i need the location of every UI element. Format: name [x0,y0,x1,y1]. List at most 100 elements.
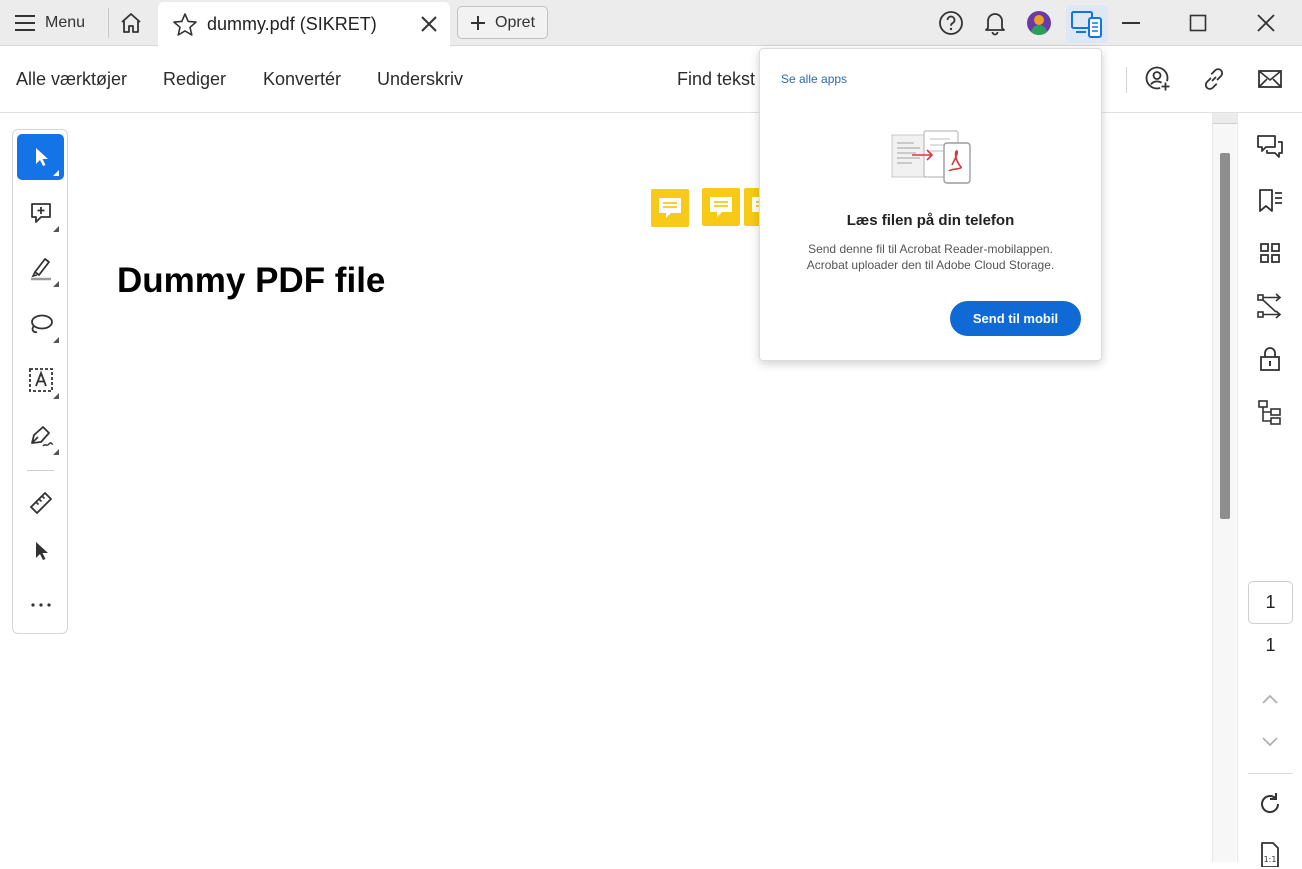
share-user-button[interactable] [1143,64,1173,94]
submenu-indicator [53,170,59,176]
divider [27,470,54,471]
help-button[interactable] [936,8,966,38]
document-tab[interactable]: dummy.pdf (SIKRET) [158,2,450,46]
menu-label: Menu [45,14,86,31]
submenu-indicator [53,226,59,232]
scrollbar-thumb[interactable] [1220,153,1230,519]
pen-sign-icon [28,423,54,449]
hamburger-icon [14,14,36,32]
title-bar: Menu dummy.pdf (SIKRET) Opret [0,0,1302,46]
select-tool[interactable] [17,134,64,180]
help-icon [938,10,964,36]
shuffle-icon [1256,293,1284,319]
link-icon [1201,66,1227,92]
new-tab-button[interactable]: Opret [457,6,548,39]
popover-description-line: Acrobat uploader den til Adobe Cloud Sto… [806,258,1055,272]
divider [1126,67,1127,93]
page-actual-size-icon: 1:1 [1259,841,1281,867]
document-heading: Dummy PDF file [117,261,386,300]
select-object-tool[interactable] [17,528,64,574]
menu-convert[interactable]: Konvertér [263,69,341,90]
divider [108,8,109,38]
arrow-pointer-icon [32,540,50,562]
submenu-indicator [53,281,59,287]
new-tab-label: Opret [495,13,536,31]
submenu-indicator [53,393,59,399]
tab-title: dummy.pdf (SIKRET) [207,14,377,34]
comments-icon [1256,134,1284,160]
right-panel-rail: 1 1 1:1 [1237,113,1302,867]
scroll-up-button[interactable] [1213,113,1237,124]
mobile-devices-icon [1070,9,1104,39]
popover-description-line: Send denne fil til Acrobat Reader-mobila… [808,242,1053,256]
minimize-icon [1121,13,1141,33]
menu-sign[interactable]: Underskriv [377,69,463,90]
send-to-mobile-button[interactable] [1066,5,1108,43]
comment-icon [708,195,734,219]
measure-tool[interactable] [17,480,64,526]
find-text-button[interactable]: Find tekst [677,69,755,90]
text-box-tool[interactable] [17,357,64,403]
close-icon[interactable] [420,15,438,33]
svg-text:1:1: 1:1 [1264,855,1277,864]
lasso-icon [28,312,54,336]
home-button[interactable] [112,6,150,40]
comments-panel-button[interactable] [1255,132,1285,162]
add-user-icon [1144,65,1172,93]
comment-note[interactable] [702,188,740,226]
ruler-icon [28,490,54,516]
previous-page-button[interactable] [1255,684,1285,714]
comment-icon [657,196,683,220]
comment-note[interactable] [651,189,689,227]
draw-tool[interactable] [17,301,64,347]
main-toolbar: Alle værktøjer Rediger Konvertér Undersk… [0,46,1302,113]
menu-edit[interactable]: Rediger [163,69,226,90]
account-button[interactable] [1024,8,1054,38]
maximize-button[interactable] [1177,7,1219,39]
comment-add-icon [29,201,53,225]
see-all-apps-link[interactable]: Se alle apps [781,72,847,86]
bookmarks-panel-button[interactable] [1255,186,1285,216]
sign-tool[interactable] [17,413,64,459]
protect-button[interactable] [1255,344,1285,374]
rotate-icon [1257,791,1283,817]
thumbnails-panel-button[interactable] [1255,238,1285,268]
popover-description: Send denne fil til Acrobat Reader-mobila… [790,241,1071,273]
menu-button[interactable]: Menu [8,6,91,40]
copy-link-button[interactable] [1199,64,1229,94]
phone-transfer-illustration [890,129,972,185]
current-page-input[interactable]: 1 [1248,581,1293,624]
highlight-tool[interactable] [17,245,64,291]
more-icon [30,602,52,608]
close-window-button[interactable] [1245,7,1287,39]
grid-icon [1259,242,1281,264]
rotate-button[interactable] [1255,789,1285,819]
next-page-button[interactable] [1255,727,1285,757]
minimize-button[interactable] [1110,7,1152,39]
quick-tools-rail [12,129,68,634]
highlighter-icon [28,255,54,281]
vertical-scrollbar[interactable] [1212,113,1237,862]
bookmark-icon [1256,188,1284,214]
notifications-button[interactable] [980,8,1010,38]
submenu-indicator [53,449,59,455]
order-pages-button[interactable] [1255,291,1285,321]
total-pages: 1 [1265,635,1276,655]
add-comment-tool[interactable] [17,190,64,236]
menu-all-tools[interactable]: Alle værktøjer [16,69,127,90]
plus-icon [470,15,486,31]
submenu-indicator [53,337,59,343]
lock-icon [1259,346,1281,372]
star-icon[interactable] [172,12,198,38]
actual-size-button[interactable]: 1:1 [1255,839,1285,869]
divider [1248,773,1293,774]
text-box-icon [28,367,54,393]
tree-structure-icon [1257,399,1283,425]
close-window-icon [1256,13,1276,33]
more-tools-button[interactable] [17,582,64,628]
structure-panel-button[interactable] [1255,397,1285,427]
email-button[interactable] [1255,64,1285,94]
home-icon [119,12,143,34]
send-to-mobile-cta-button[interactable]: Send til mobil [950,301,1081,336]
maximize-icon [1189,14,1207,32]
